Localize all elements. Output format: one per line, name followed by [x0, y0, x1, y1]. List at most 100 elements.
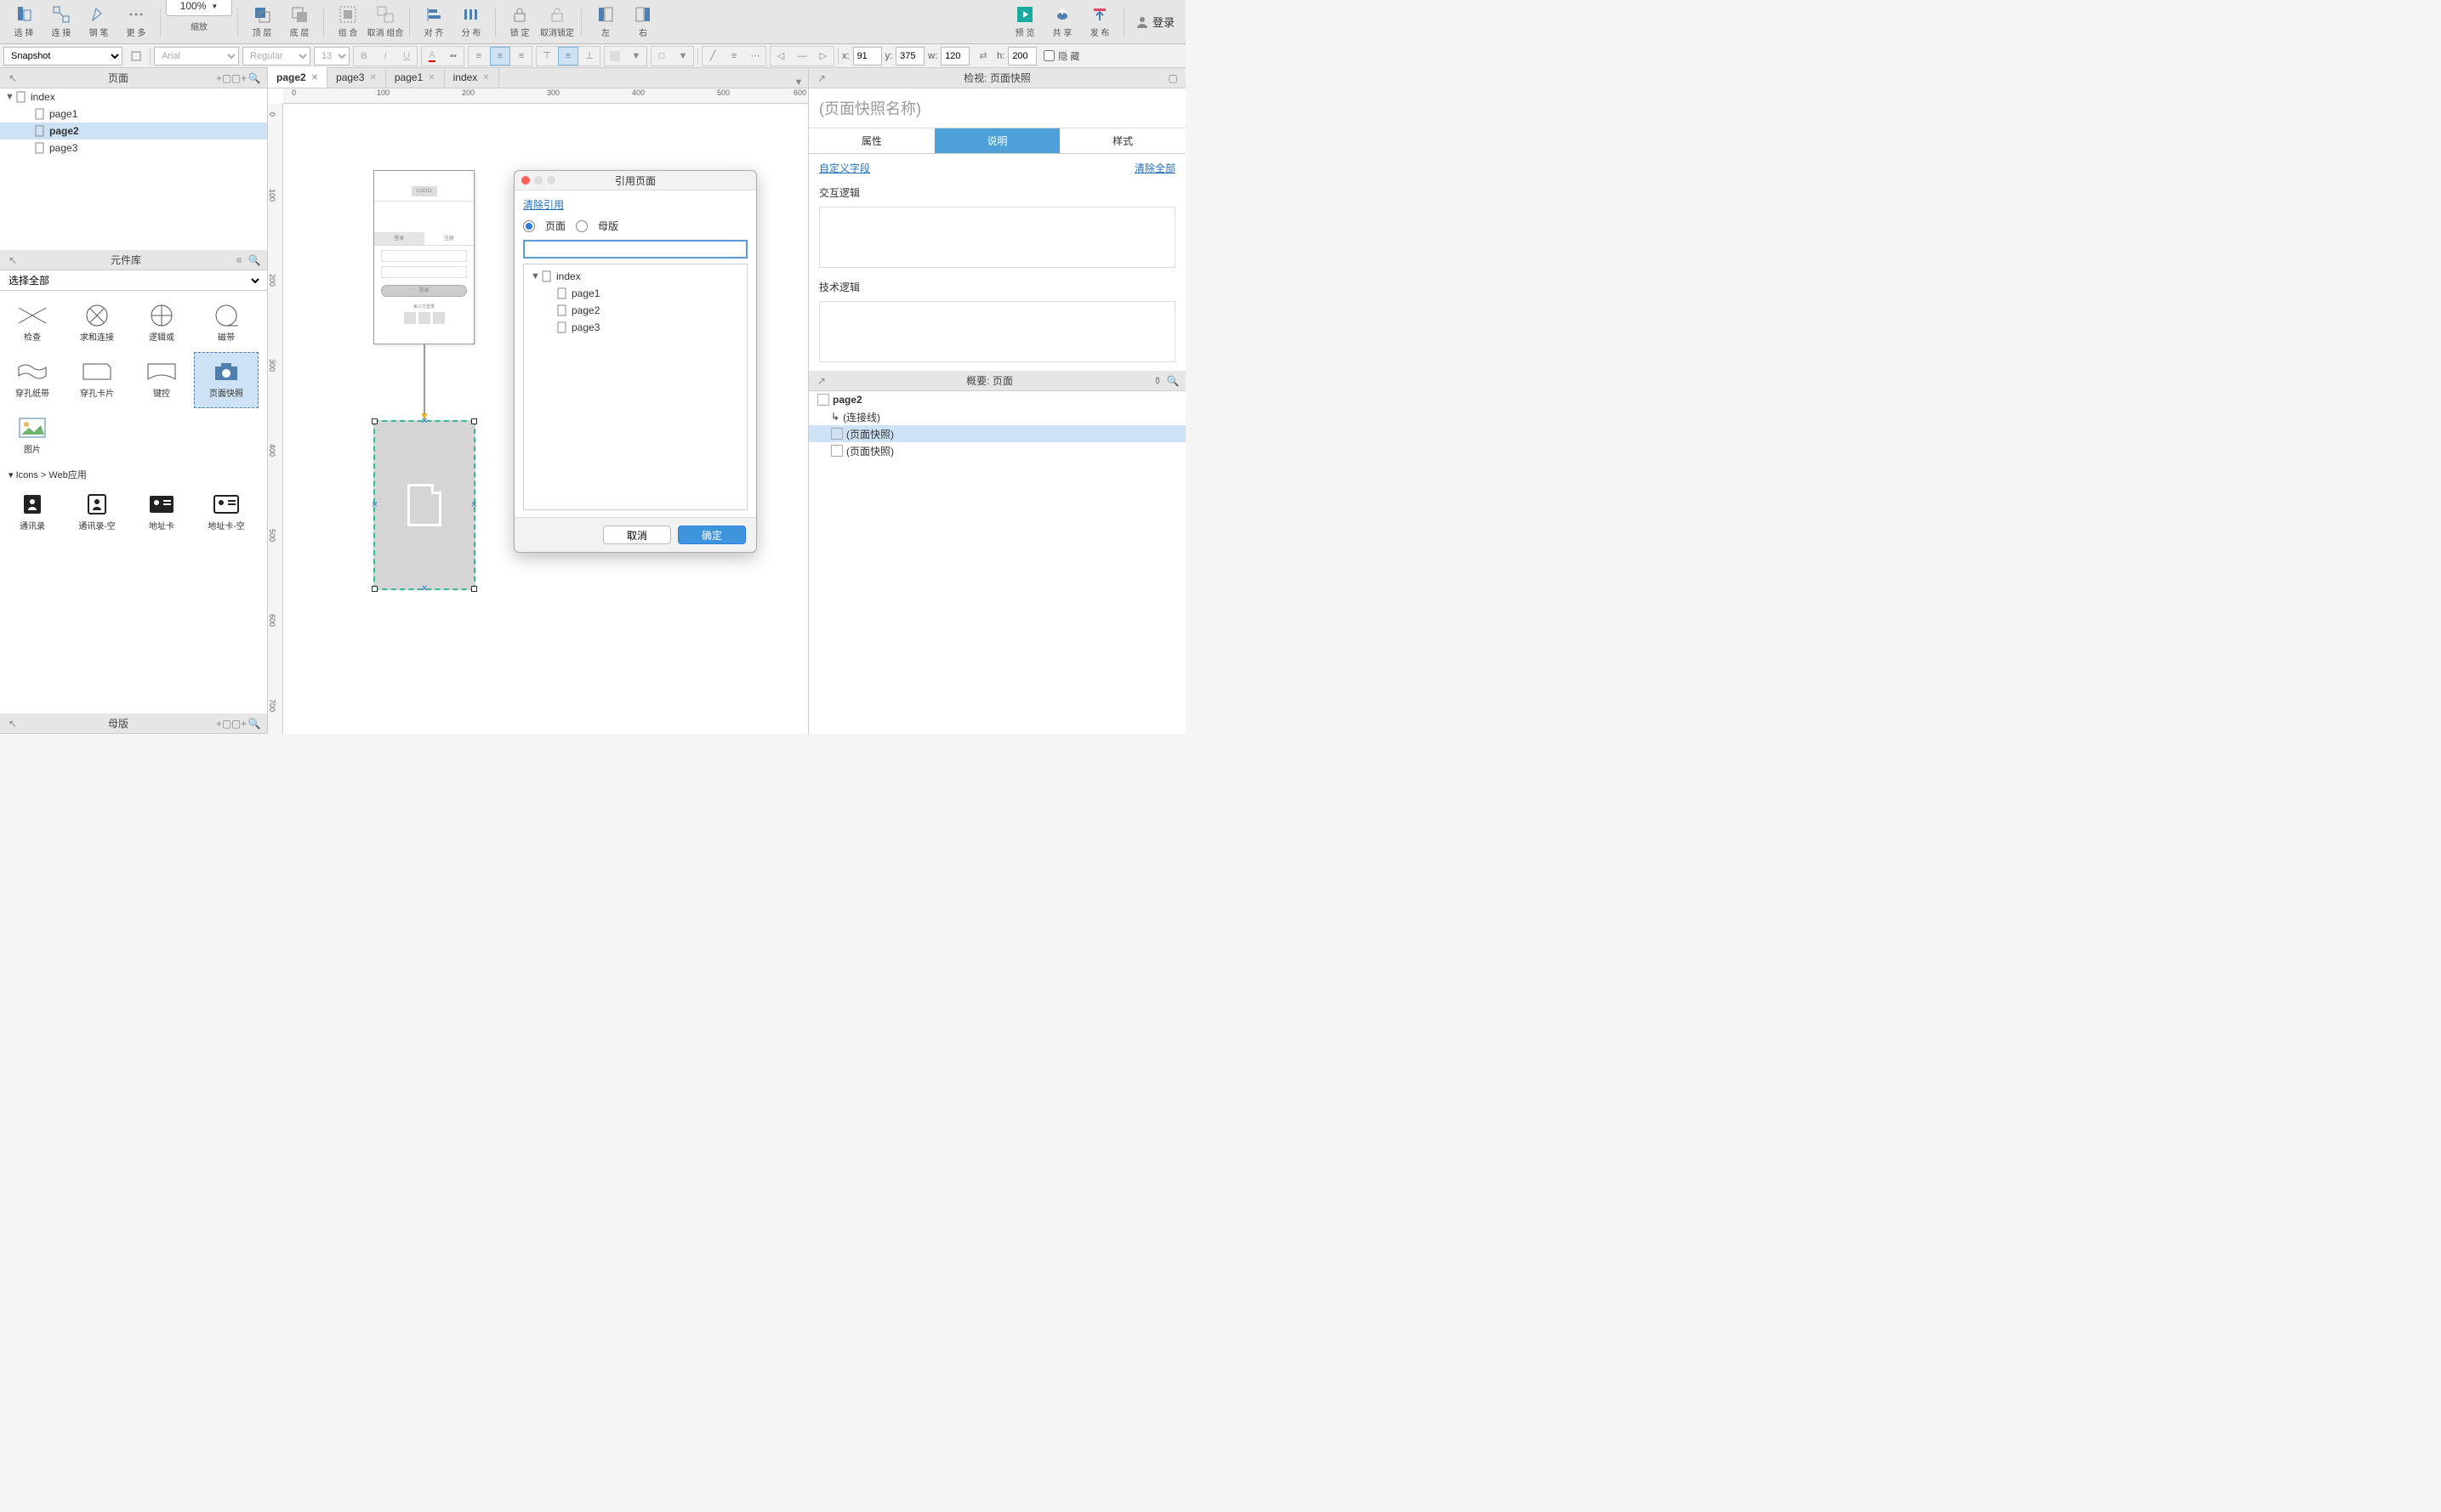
search-icon[interactable]: 🔍	[247, 71, 262, 86]
copy-style-icon[interactable]	[126, 47, 146, 65]
valign-middle-icon[interactable]: ≡	[558, 47, 578, 65]
page-tab[interactable]: page2✕	[268, 67, 327, 88]
align-button[interactable]: 对 齐	[415, 2, 452, 43]
close-icon[interactable]: ✕	[311, 73, 318, 82]
page-tab[interactable]: page1✕	[386, 67, 445, 88]
widget-check[interactable]: 检查	[0, 296, 65, 352]
search-icon[interactable]: 🔍	[247, 253, 262, 268]
notes-textarea-2[interactable]	[819, 301, 1175, 362]
preview-button[interactable]: 预 览	[1006, 2, 1044, 43]
inspector-tab-style[interactable]: 样式	[1060, 128, 1186, 154]
outer-icon[interactable]: □	[652, 47, 672, 65]
fill-color-icon[interactable]	[605, 47, 625, 65]
page-tree-item[interactable]: page3	[0, 139, 267, 156]
radio-page[interactable]	[523, 220, 535, 232]
outline-item[interactable]: (页面快照)	[809, 425, 1186, 442]
bring-front-button[interactable]: 顶 层	[243, 2, 281, 43]
outline-item[interactable]: (页面快照)	[809, 442, 1186, 459]
dialog-tree-item[interactable]: ▼index	[524, 268, 747, 285]
arrow-end-icon[interactable]: ▷	[813, 47, 834, 65]
close-icon[interactable]: ✕	[482, 73, 489, 82]
font-select[interactable]: Arial	[154, 47, 239, 65]
dialog-tree-item[interactable]: page2	[524, 302, 747, 319]
publish-button[interactable]: 发 布	[1081, 2, 1118, 43]
widget-punched-card[interactable]: 穿孔卡片	[65, 352, 129, 408]
inspector-tab-props[interactable]: 属性	[809, 128, 935, 154]
widget-type-select[interactable]: Snapshot	[3, 47, 122, 65]
line-color-icon[interactable]: ╱	[703, 47, 723, 65]
menu-icon[interactable]: ≡	[231, 253, 247, 268]
text-color-icon[interactable]: A	[422, 47, 442, 65]
dock-right-button[interactable]: 右	[624, 2, 662, 43]
collapse-icon[interactable]: ↖	[5, 716, 20, 731]
line-width-icon[interactable]: ≡	[724, 47, 744, 65]
more-text-icon[interactable]: ▪▪	[443, 47, 464, 65]
dialog-search-input[interactable]	[523, 240, 748, 259]
more-tool[interactable]: 更 多	[117, 2, 155, 43]
distribute-button[interactable]: 分 布	[452, 2, 490, 43]
connector-line[interactable]	[424, 344, 425, 419]
collapse-icon[interactable]: ↗	[814, 71, 829, 86]
pen-tool[interactable]: 钢 笔	[80, 2, 117, 43]
widget-addressbook-o[interactable]: 通讯录-空	[65, 485, 129, 541]
widget-key[interactable]: 键控	[129, 352, 194, 408]
artboard-mockup[interactable]: LOGO 登录注册 登录 第三方登录	[373, 170, 475, 344]
search-icon[interactable]: 🔍	[247, 716, 262, 731]
collapse-icon[interactable]: ↗	[814, 373, 829, 389]
login-button[interactable]: 登录	[1129, 2, 1181, 43]
x-input[interactable]	[853, 47, 882, 65]
font-weight-select[interactable]: Regular	[242, 47, 310, 65]
widget-image[interactable]: 图片	[0, 408, 65, 464]
widget-or[interactable]: 逻辑或	[129, 296, 194, 352]
arrow-start-icon[interactable]: ◁	[771, 47, 791, 65]
clear-ref-link[interactable]: 清除引用	[523, 199, 564, 211]
fill-trans-icon[interactable]: ▼	[626, 47, 646, 65]
group-button[interactable]: 组 合	[329, 2, 367, 43]
library-select[interactable]: 选择全部	[0, 270, 267, 291]
zoom-control[interactable]: 100%▼缩放	[166, 11, 232, 32]
snapshot-widget-selected[interactable]: ✕ ✕ ✕ ✕ ▼	[373, 420, 475, 590]
collapse-icon[interactable]: ↖	[5, 71, 20, 86]
collapse-icon[interactable]: ↖	[5, 253, 20, 268]
hide-checkbox[interactable]	[1044, 50, 1055, 61]
select-tool[interactable]: 选 择	[5, 2, 43, 43]
page-tree-item[interactable]: page1	[0, 105, 267, 122]
custom-field-link[interactable]: 自定义字段	[819, 161, 870, 175]
link-wh-icon[interactable]: ⇄	[973, 47, 993, 65]
radio-master[interactable]	[576, 220, 588, 232]
line-style-icon[interactable]: ⋯	[745, 47, 765, 65]
close-icon[interactable]: ✕	[428, 73, 435, 82]
search-icon[interactable]: 🔍	[1165, 373, 1181, 389]
inspector-tab-notes[interactable]: 说明	[935, 128, 1061, 154]
add-page-icon[interactable]: +▢	[216, 71, 231, 86]
connect-tool[interactable]: 连 接	[43, 2, 80, 43]
send-back-button[interactable]: 底 层	[281, 2, 318, 43]
close-icon[interactable]: ✕	[369, 73, 376, 82]
y-input[interactable]	[896, 47, 925, 65]
align-left-icon[interactable]: ≡	[469, 47, 489, 65]
valign-top-icon[interactable]: ⊤	[537, 47, 557, 65]
dock-left-button[interactable]: 左	[587, 2, 624, 43]
notes-textarea-1[interactable]	[819, 207, 1175, 268]
widget-name-input[interactable]: (页面快照名称)	[809, 88, 1186, 128]
align-right-icon[interactable]: ≡	[511, 47, 532, 65]
widget-snapshot[interactable]: 页面快照	[194, 352, 259, 408]
widget-punched-tape[interactable]: 穿孔纸带	[0, 352, 65, 408]
add-folder-icon[interactable]: ▢+	[231, 71, 247, 86]
outline-item[interactable]: page2	[809, 391, 1186, 408]
dialog-tree-item[interactable]: page3	[524, 319, 747, 336]
dialog-titlebar[interactable]: 引用页面	[515, 171, 756, 190]
ok-button[interactable]: 确定	[678, 526, 746, 544]
page-tree-item[interactable]: page2	[0, 122, 267, 139]
h-input[interactable]	[1008, 47, 1037, 65]
outline-item[interactable]: ↳(连接线)	[809, 408, 1186, 425]
underline-icon[interactable]: U	[396, 47, 417, 65]
filter-icon[interactable]: ⚱	[1150, 373, 1165, 389]
add-master-icon[interactable]: +▢	[216, 716, 231, 731]
bold-icon[interactable]: B	[354, 47, 374, 65]
w-input[interactable]	[941, 47, 970, 65]
widget-vcard[interactable]: 地址卡	[129, 485, 194, 541]
arrow-mid-icon[interactable]: —	[792, 47, 812, 65]
inner-icon[interactable]: ▼	[673, 47, 693, 65]
library-category[interactable]: ▾ Icons > Web应用	[0, 464, 267, 485]
